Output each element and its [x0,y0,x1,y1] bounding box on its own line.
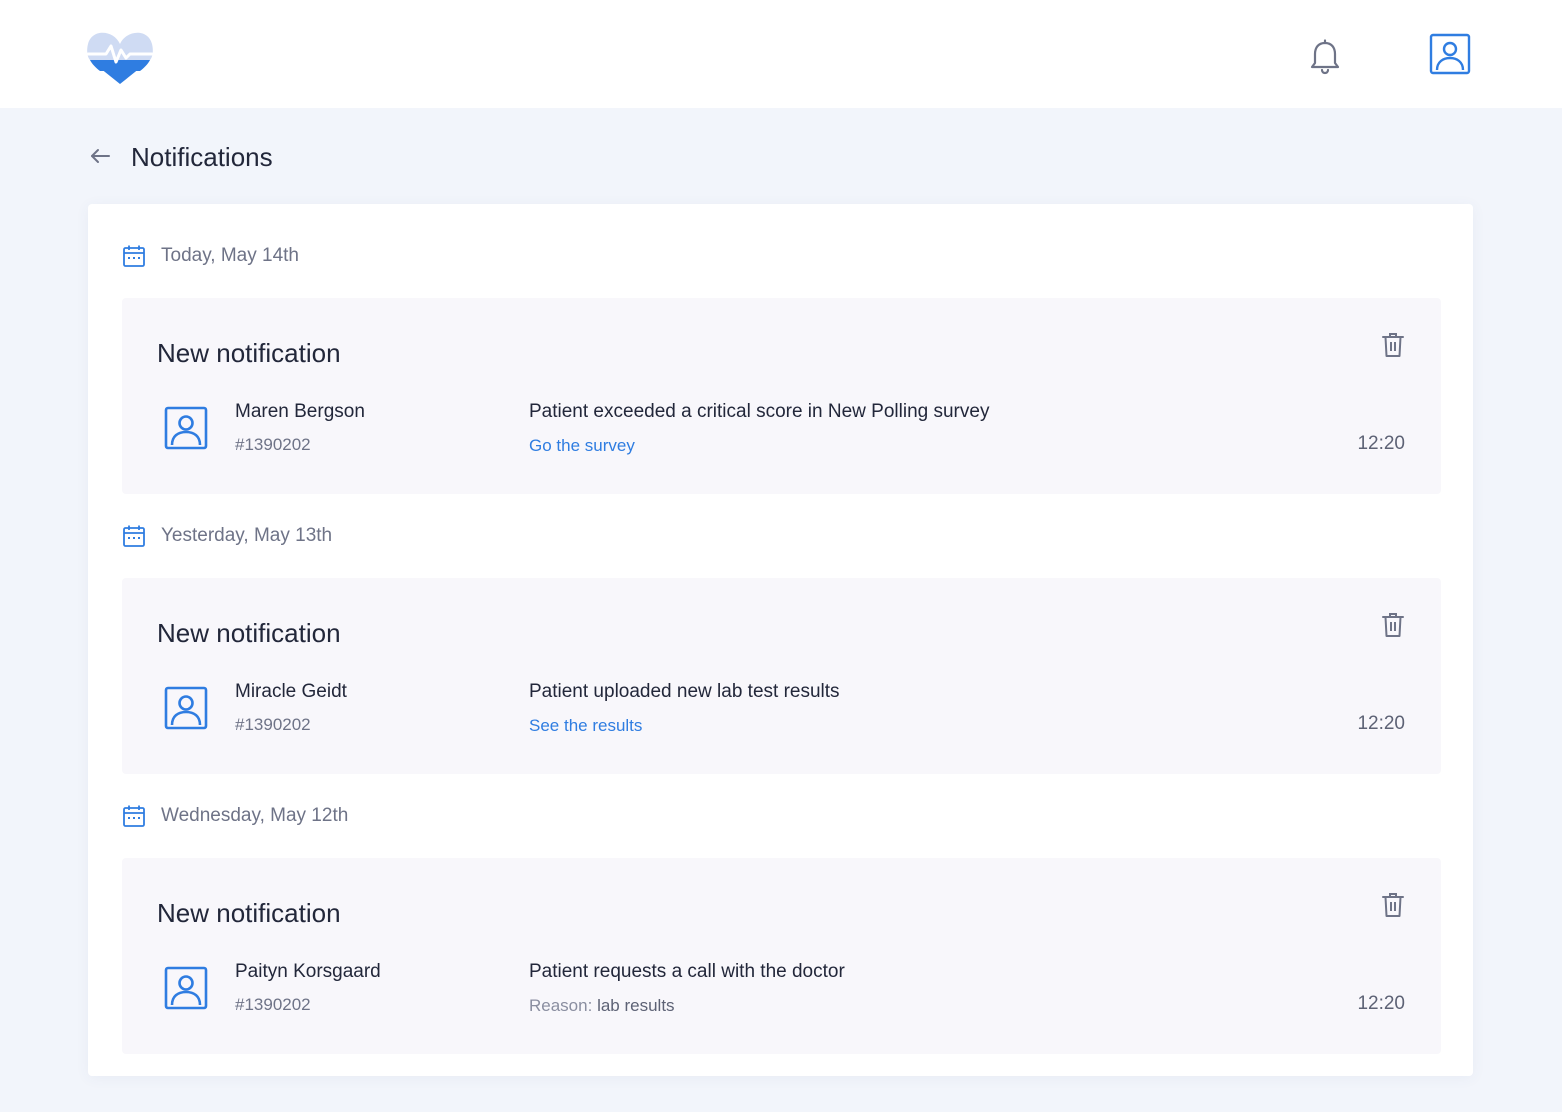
calendar-icon [123,805,145,827]
patient-id: #1390202 [235,435,311,454]
notification-card: New notification Maren Bergson #1390202 … [122,298,1441,494]
patient-name[interactable]: Maren Bergson [235,400,365,424]
notification-time: 12:20 [1357,433,1405,454]
see-results-link[interactable]: See the results [529,715,642,737]
page-title: Notifications [131,142,273,172]
patient-id: #1390202 [235,715,311,734]
notification-message: Patient requests a call with the doctor [529,961,845,982]
notification-title: New notification [157,618,341,648]
go-to-survey-link[interactable]: Go the survey [529,435,635,457]
reason-label: Reason: [529,996,593,1015]
patient-name[interactable]: Miracle Geidt [235,680,347,704]
calendar-icon [123,525,145,547]
notification-message: Patient exceeded a critical score in New… [529,401,990,422]
notification-card: New notification Miracle Geidt #1390202 … [122,578,1441,774]
notifications-panel: Today, May 14th New notification Maren B… [88,204,1473,1076]
date-header: Yesterday, May 13th [122,523,332,549]
patient-id: #1390202 [235,995,311,1014]
heartbeat-heart-logo[interactable] [86,24,154,86]
date-header: Today, May 14th [122,243,299,269]
notification-message: Patient uploaded new lab test results [529,681,840,702]
date-label: Today, May 14th [161,245,300,266]
trash-icon[interactable] [1381,892,1405,918]
reason-value: lab results [597,996,675,1015]
notification-time: 12:20 [1357,993,1405,1014]
patient-avatar-icon[interactable] [163,685,209,731]
trash-icon[interactable] [1381,332,1405,358]
date-header: Wednesday, May 12th [122,803,348,829]
patient-avatar-icon[interactable] [163,965,209,1011]
notification-title: New notification [157,338,341,368]
notification-time: 12:20 [1357,713,1405,734]
bell-icon[interactable] [1306,38,1344,76]
notification-title: New notification [157,898,341,928]
date-label: Wednesday, May 12th [161,805,349,826]
calendar-icon [123,245,145,267]
patient-avatar-icon[interactable] [163,405,209,451]
patient-name[interactable]: Paityn Korsgaard [235,960,381,984]
date-label: Yesterday, May 13th [161,525,333,546]
trash-icon[interactable] [1381,612,1405,638]
notification-card: New notification Paityn Korsgaard #13902… [122,858,1441,1054]
user-profile-icon[interactable] [1428,32,1472,76]
top-bar [0,0,1562,108]
call-reason: Reason: lab results [529,995,675,1017]
back-arrow-icon[interactable] [88,144,112,168]
